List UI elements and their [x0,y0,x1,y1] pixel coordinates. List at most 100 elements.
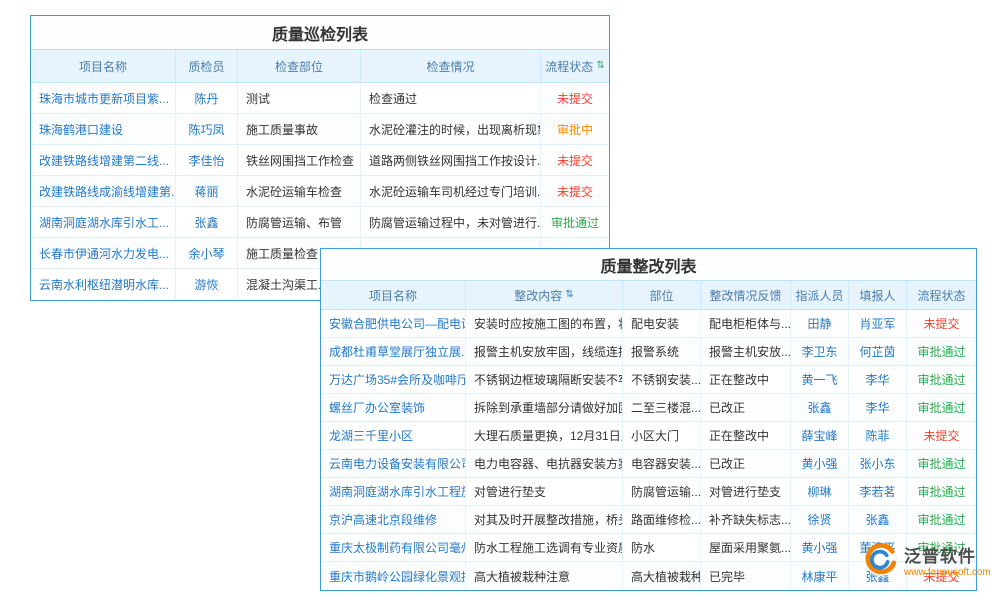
cell-project[interactable]: 重庆市鹅岭公园绿化景观提升... [321,562,466,590]
table-row[interactable]: 安徽合肥供电公司—配电设备...安装时应按施工图的布置，将...配电安装配电柜柜… [321,310,976,338]
cell-assignee: 黄一飞 [791,366,849,393]
brand-watermark: 泛普软件 www.fanpusoft.com [864,543,991,582]
cell-content: 安装时应按施工图的布置，将... [466,310,623,337]
table-row[interactable]: 改建铁路线增建第二线...李佳怡铁丝网围挡工作检查道路两侧铁丝网围挡工作按设计.… [31,145,609,176]
table-row[interactable]: 龙湖三千里小区大理石质量更换，12月31日之...小区大门正在整改中薛宝峰陈菲未… [321,422,976,450]
cell-project[interactable]: 湖南洞庭湖水库引水工程施工... [321,478,466,505]
cell-situation: 道路两侧铁丝网围挡工作按设计... [361,145,541,175]
cell-status: 未提交 [907,422,976,449]
cell-situation: 防腐管运输过程中，未对管进行... [361,207,541,237]
cell-status: 未提交 [541,83,609,113]
cell-inspector: 陈丹 [176,83,238,113]
cell-part: 不锈钢安装... [623,366,701,393]
cell-part: 防腐管运输... [623,478,701,505]
cell-feedback: 正在整改中 [701,422,791,449]
cell-part: 二至三楼混... [623,394,701,421]
column-header-project: 项目名称 [321,281,466,309]
sort-icon[interactable]: ⇅ [565,290,573,300]
cell-part: 电容器安装... [623,450,701,477]
cell-project[interactable]: 重庆太极制药有限公司毫州中... [321,534,466,561]
inspection-table-header: 项目名称质检员检查部位检查情况流程状态⇅ [31,50,609,83]
cell-part: 配电安装 [623,310,701,337]
column-header-assignee: 指派人员 [791,281,849,309]
cell-assignee: 田静 [791,310,849,337]
cell-part: 测试 [238,83,361,113]
cell-part: 施工质量事故 [238,114,361,144]
cell-part: 水泥砼运输车检查 [238,176,361,206]
cell-situation: 水泥砼灌注的时候，出现离析现象 [361,114,541,144]
table-row[interactable]: 云南电力设备安装有限公司20...电力电容器、电抗器安装方案...电容器安装..… [321,450,976,478]
column-header-feedback: 整改情况反馈 [701,281,791,309]
cell-content: 防水工程施工选调有专业资质... [466,534,623,561]
column-header-status: 流程状态 [907,281,976,309]
cell-situation: 检查通过 [361,83,541,113]
cell-status: 审批通过 [907,338,976,365]
inspection-table-title: 质量巡检列表 [31,16,609,50]
cell-assignee: 黄小强 [791,450,849,477]
cell-status: 审批中 [541,114,609,144]
cell-project[interactable]: 湖南洞庭湖水库引水工... [31,207,176,237]
cell-inspector: 陈巧凤 [176,114,238,144]
cell-filler: 李若茗 [849,478,907,505]
cell-content: 对管进行垫支 [466,478,623,505]
table-row[interactable]: 珠海鹤港口建设陈巧凤施工质量事故水泥砼灌注的时候，出现离析现象审批中 [31,114,609,145]
table-row[interactable]: 湖南洞庭湖水库引水工程施工...对管进行垫支防腐管运输...对管进行垫支柳琳李若… [321,478,976,506]
column-header-content[interactable]: 整改内容⇅ [466,281,623,309]
cell-project[interactable]: 成都杜甫草堂展厅独立展... [321,338,466,365]
cell-part: 防水 [623,534,701,561]
cell-project[interactable]: 改建铁路线增建第二线... [31,145,176,175]
cell-assignee: 徐贤 [791,506,849,533]
table-row[interactable]: 万达广场35#会所及咖啡厅空...不锈钢边框玻璃隔断安装不牢...不锈钢安装..… [321,366,976,394]
cell-inspector: 余小琴 [176,238,238,268]
cell-project[interactable]: 云南水利枢纽潜明水库... [31,269,176,300]
cell-project[interactable]: 珠海市城市更新项目紫... [31,83,176,113]
cell-inspector: 张鑫 [176,207,238,237]
cell-status: 审批通过 [907,506,976,533]
cell-filler: 肖亚军 [849,310,907,337]
cell-feedback: 配电柜柜体与... [701,310,791,337]
cell-filler: 张鑫 [849,506,907,533]
table-row[interactable]: 成都杜甫草堂展厅独立展...报警主机安放牢固，线缆连接...报警系统报警主机安放… [321,338,976,366]
cell-project[interactable]: 珠海鹤港口建设 [31,114,176,144]
table-row[interactable]: 珠海市城市更新项目紫...陈丹测试检查通过未提交 [31,83,609,114]
cell-content: 不锈钢边框玻璃隔断安装不牢... [466,366,623,393]
cell-project[interactable]: 改建铁路线成渝线增建第... [31,176,176,206]
rectification-table-card: 质量整改列表 项目名称整改内容⇅部位整改情况反馈指派人员填报人流程状态 安徽合肥… [320,248,977,591]
column-header-status[interactable]: 流程状态⇅ [541,50,609,82]
cell-content: 大理石质量更换，12月31日之... [466,422,623,449]
cell-project[interactable]: 安徽合肥供电公司—配电设备... [321,310,466,337]
cell-status: 审批通过 [907,450,976,477]
cell-project[interactable]: 长春市伊通河水力发电... [31,238,176,268]
cell-feedback: 已完毕 [701,562,791,590]
fanpu-logo-icon [864,543,898,582]
cell-part: 防腐管运输、布管 [238,207,361,237]
cell-status: 审批通过 [907,366,976,393]
cell-part: 报警系统 [623,338,701,365]
cell-assignee: 张鑫 [791,394,849,421]
cell-project[interactable]: 京沪高速北京段维修 [321,506,466,533]
cell-project[interactable]: 云南电力设备安装有限公司20... [321,450,466,477]
brand-url[interactable]: www.fanpusoft.com [904,567,991,579]
cell-project[interactable]: 螺丝厂办公室装饰 [321,394,466,421]
cell-project[interactable]: 龙湖三千里小区 [321,422,466,449]
column-header-inspector: 质检员 [176,50,238,82]
cell-status: 审批通过 [541,207,609,237]
cell-feedback: 已改正 [701,394,791,421]
table-row[interactable]: 京沪高速北京段维修对其及时开展整改措施，桥头...路面维修检...补齐缺失标志.… [321,506,976,534]
brand-text: 泛普软件 www.fanpusoft.com [904,547,991,578]
cell-status: 审批通过 [907,478,976,505]
cell-assignee: 李卫东 [791,338,849,365]
cell-assignee: 柳琳 [791,478,849,505]
sort-icon[interactable]: ⇅ [596,61,604,71]
table-row[interactable]: 螺丝厂办公室装饰拆除到承重墙部分请做好加固...二至三楼混...已改正张鑫李华审… [321,394,976,422]
cell-feedback: 正在整改中 [701,366,791,393]
table-row[interactable]: 改建铁路线成渝线增建第...蒋丽水泥砼运输车检查水泥砼运输车司机经过专门培训..… [31,176,609,207]
rectification-table-header: 项目名称整改内容⇅部位整改情况反馈指派人员填报人流程状态 [321,281,976,310]
cell-project[interactable]: 万达广场35#会所及咖啡厅空... [321,366,466,393]
cell-assignee: 薛宝峰 [791,422,849,449]
cell-inspector: 游恢 [176,269,238,300]
cell-part: 路面维修检... [623,506,701,533]
column-header-part: 部位 [623,281,701,309]
table-row[interactable]: 湖南洞庭湖水库引水工...张鑫防腐管运输、布管防腐管运输过程中，未对管进行...… [31,207,609,238]
cell-assignee: 林康平 [791,562,849,590]
